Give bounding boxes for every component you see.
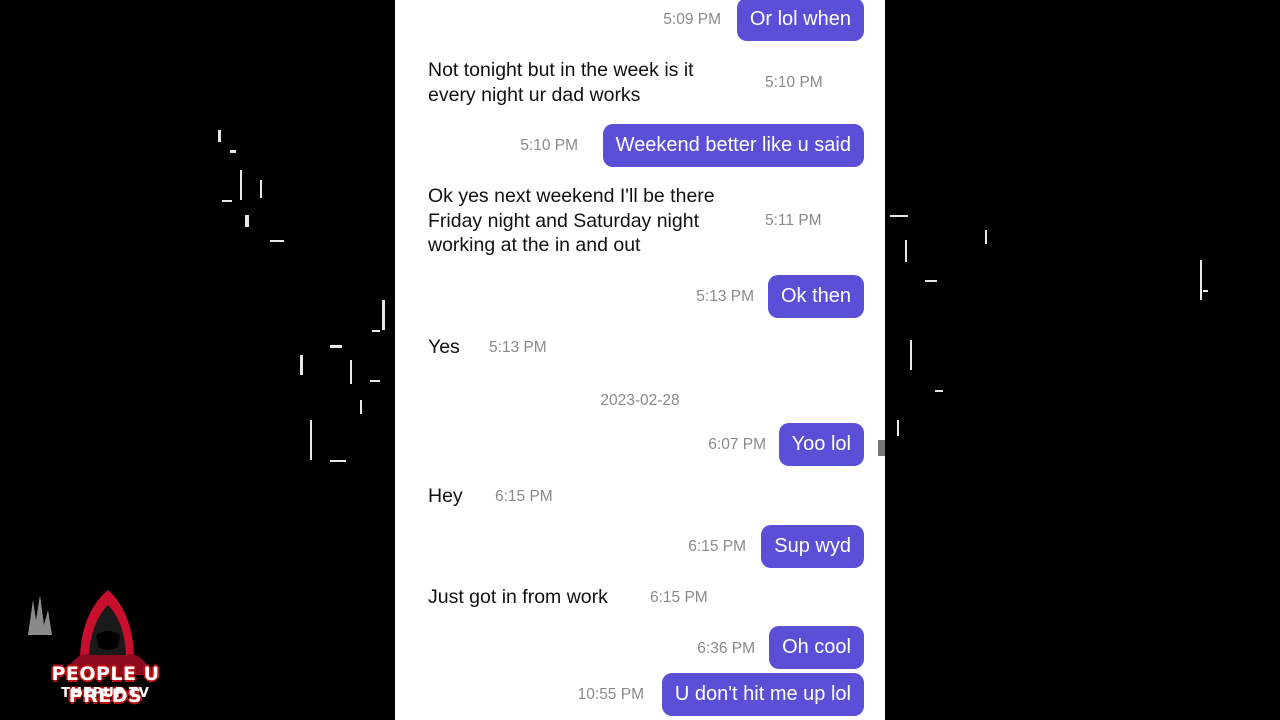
incoming-message-text[interactable]: Ok yes next weekend I'll be there Friday…: [428, 184, 715, 258]
outgoing-message-bubble[interactable]: Ok then: [767, 275, 864, 318]
outgoing-message-bubble[interactable]: Yoo lol: [778, 423, 864, 466]
message-timestamp: 6:15 PM: [688, 538, 746, 555]
scrollbar-thumb[interactable]: [878, 440, 885, 456]
incoming-message-text[interactable]: Hey: [428, 484, 463, 509]
outgoing-message-bubble[interactable]: Weekend better like u said: [602, 124, 864, 167]
date-separator: 2023-02-28: [600, 392, 680, 409]
message-timestamp: 10:55 PM: [577, 686, 644, 703]
outgoing-message-bubble[interactable]: Or lol when: [736, 0, 864, 41]
message-timestamp: 5:10 PM: [765, 74, 823, 91]
message-timestamp: 6:15 PM: [650, 589, 708, 606]
message-timestamp: 6:15 PM: [495, 488, 553, 505]
hooded-figure-icon: [28, 590, 153, 675]
message-timestamp: 5:13 PM: [696, 288, 754, 305]
incoming-message-text[interactable]: Just got in from work: [428, 585, 608, 610]
incoming-message-text[interactable]: Yes: [428, 335, 460, 360]
message-timestamp: 5:09 PM: [663, 11, 721, 28]
incoming-message-text[interactable]: Not tonight but in the week is it every …: [428, 58, 694, 107]
message-timestamp: 5:10 PM: [520, 137, 578, 154]
background-right: [885, 0, 1280, 720]
outgoing-message-bubble[interactable]: U don't hit me up lol: [661, 673, 864, 716]
message-timestamp: 6:07 PM: [708, 436, 766, 453]
message-timestamp: 6:36 PM: [697, 640, 755, 657]
watermark-logo: PEOPLE U PREDS THEPUP.TV: [18, 575, 193, 710]
message-timestamp: 5:13 PM: [489, 339, 547, 356]
outgoing-message-bubble[interactable]: Sup wyd: [761, 525, 864, 568]
watermark-subtitle: THEPUP.TV: [61, 686, 150, 701]
chat-screen[interactable]: 5:09 PM Or lol when Not tonight but in t…: [395, 0, 885, 720]
message-timestamp: 5:11 PM: [765, 212, 822, 229]
outgoing-message-bubble[interactable]: Oh cool: [769, 626, 864, 669]
